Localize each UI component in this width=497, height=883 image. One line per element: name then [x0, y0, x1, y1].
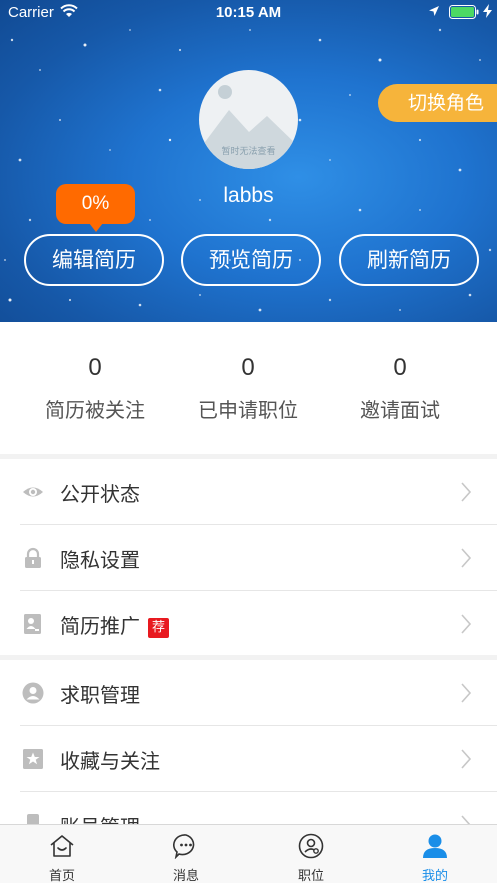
tab-label: 职位	[297, 869, 324, 883]
user-circle-icon	[22, 682, 44, 704]
bottom-tab-bar: 首页 消息 职位 我的	[0, 824, 497, 883]
menu-item-label: 隐私设置	[60, 548, 140, 572]
stat-label: 邀请面试	[360, 398, 440, 422]
stat-value: 0	[241, 354, 255, 381]
avatar[interactable]: 暂时无法查看	[199, 70, 298, 169]
eye-icon	[23, 487, 43, 497]
status-time: 10:15 AM	[215, 4, 282, 21]
chevron-right-icon	[461, 548, 472, 568]
profile-icon	[423, 834, 447, 858]
job-icon	[298, 833, 324, 859]
phone-icon	[27, 814, 39, 824]
tab-label: 我的	[421, 869, 448, 883]
resume-completeness-badge: 0%	[56, 184, 135, 232]
menu-item-label-text: 简历推广	[60, 614, 140, 638]
menu-item-label: 公开状态	[60, 482, 140, 506]
profile-header: Carrier 10:15 AM 切换角色 暂时无法查看 labbs 0% 编辑…	[0, 0, 497, 322]
star-bookmark-icon	[23, 749, 43, 769]
switch-role-button[interactable]: 切换角色	[378, 84, 497, 122]
refresh-resume-button[interactable]: 刷新简历	[339, 234, 479, 286]
stat-interview-invites[interactable]: 0 邀请面试	[317, 322, 483, 454]
avatar-caption: 暂时无法查看	[221, 147, 276, 157]
stat-applied-jobs[interactable]: 0 已申请职位	[165, 322, 331, 454]
lock-icon	[25, 547, 41, 568]
menu-item-privacy-settings[interactable]: 隐私设置	[0, 525, 497, 591]
menu-item-public-status[interactable]: 公开状态	[0, 459, 497, 525]
edit-resume-button[interactable]: 编辑简历	[24, 234, 164, 286]
chevron-right-icon	[461, 683, 472, 703]
chevron-right-icon	[461, 614, 472, 634]
home-icon	[50, 835, 74, 857]
charging-icon	[483, 4, 492, 18]
stat-resume-followed[interactable]: 0 简历被关注	[12, 322, 178, 454]
management-menu-group: 求职管理 收藏与关注 账号管理	[0, 660, 497, 824]
stat-value: 0	[393, 354, 407, 381]
menu-item-account-management[interactable]: 账号管理	[0, 792, 497, 824]
tab-profile[interactable]: 我的	[373, 825, 497, 883]
battery-icon	[449, 5, 479, 19]
tab-messages[interactable]: 消息	[124, 825, 248, 883]
menu-item-favorites-follows[interactable]: 收藏与关注	[0, 726, 497, 792]
resume-promote-icon	[24, 614, 41, 634]
menu-item-label: 账号管理	[60, 811, 140, 824]
location-arrow-icon	[429, 6, 439, 16]
menu-item-job-management[interactable]: 求职管理	[0, 660, 497, 726]
menu-item-resume-promotion[interactable]: 简历推广荐	[0, 591, 497, 657]
tab-label: 首页	[48, 869, 75, 883]
menu-item-label: 求职管理	[60, 683, 140, 707]
chevron-right-icon	[461, 482, 472, 502]
stats-panel: 0 简历被关注 0 已申请职位 0 邀请面试	[0, 322, 497, 454]
status-bar: Carrier 10:15 AM	[0, 0, 497, 26]
stat-label: 简历被关注	[45, 398, 145, 422]
tab-label: 消息	[172, 869, 199, 883]
recommend-badge: 荐	[148, 618, 169, 638]
settings-menu-group: 公开状态 隐私设置 简历推广荐	[0, 459, 497, 655]
menu-item-label: 简历推广荐	[60, 610, 169, 639]
stat-label: 已申请职位	[198, 398, 298, 422]
message-icon	[173, 834, 195, 859]
tab-home[interactable]: 首页	[0, 825, 124, 883]
stat-value: 0	[88, 354, 102, 381]
menu-item-label: 收藏与关注	[60, 749, 160, 773]
chevron-right-icon	[461, 749, 472, 769]
chevron-right-icon	[461, 815, 471, 824]
tab-jobs[interactable]: 职位	[249, 825, 373, 883]
preview-resume-button[interactable]: 预览简历	[181, 234, 321, 286]
